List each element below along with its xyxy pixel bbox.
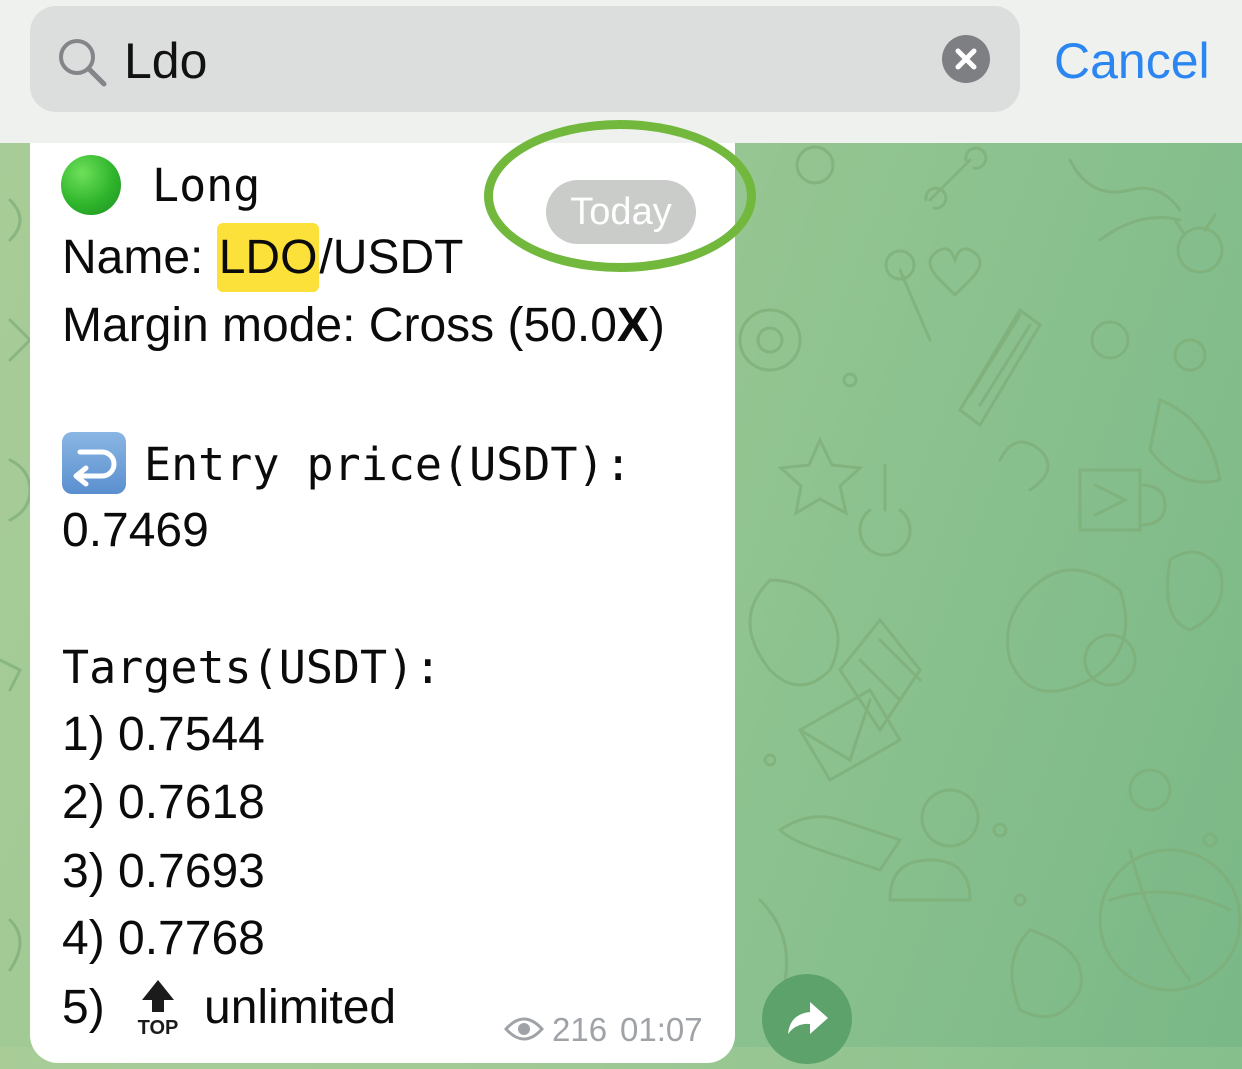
views-eye-icon bbox=[504, 1017, 544, 1041]
margin-mode-text: Margin mode: Cross (50.0 bbox=[62, 299, 617, 352]
view-count: 216 bbox=[552, 1011, 608, 1048]
target-5-number: 5) bbox=[62, 981, 105, 1034]
target-3: 3) 0.7693 bbox=[62, 845, 265, 898]
margin-mode-line: Margin mode: Cross (50.0X) bbox=[62, 298, 665, 354]
target-4: 4) 0.7768 bbox=[62, 912, 265, 965]
entry-price-label: Entry price(USDT): bbox=[144, 438, 632, 491]
green-circle-icon bbox=[61, 155, 121, 215]
pair-name-prefix: Name: bbox=[62, 231, 217, 284]
margin-mode-suffix: ) bbox=[648, 299, 665, 352]
direction-label: Long bbox=[152, 159, 261, 212]
share-arrow-icon bbox=[788, 1002, 828, 1034]
cancel-button[interactable]: Cancel bbox=[1054, 32, 1210, 90]
share-button[interactable] bbox=[762, 974, 852, 1064]
target-1: 1) 0.7544 bbox=[62, 708, 265, 761]
annotation-circle bbox=[484, 120, 756, 272]
search-icon bbox=[59, 39, 107, 87]
message-time: 01:07 bbox=[620, 1011, 703, 1048]
top-icon-label: TOP bbox=[138, 1017, 179, 1038]
entry-price-value: 0.7469 bbox=[62, 504, 209, 557]
return-arrow-icon bbox=[62, 432, 126, 494]
search-input[interactable]: Ldo bbox=[124, 32, 207, 90]
pair-name-suffix: /USDT bbox=[319, 231, 464, 284]
margin-multiplier: X bbox=[616, 299, 649, 352]
clear-icon bbox=[955, 48, 977, 70]
search-highlight: LDO bbox=[216, 223, 320, 292]
clear-search-button[interactable] bbox=[942, 35, 990, 83]
target-5-value: unlimited bbox=[204, 981, 397, 1034]
targets-label: Targets(USDT): bbox=[62, 641, 442, 694]
top-arrow-icon: TOP bbox=[134, 978, 182, 1039]
pair-name-line: Name: LDO/USDT bbox=[62, 223, 464, 292]
target-2: 2) 0.7618 bbox=[62, 776, 265, 829]
